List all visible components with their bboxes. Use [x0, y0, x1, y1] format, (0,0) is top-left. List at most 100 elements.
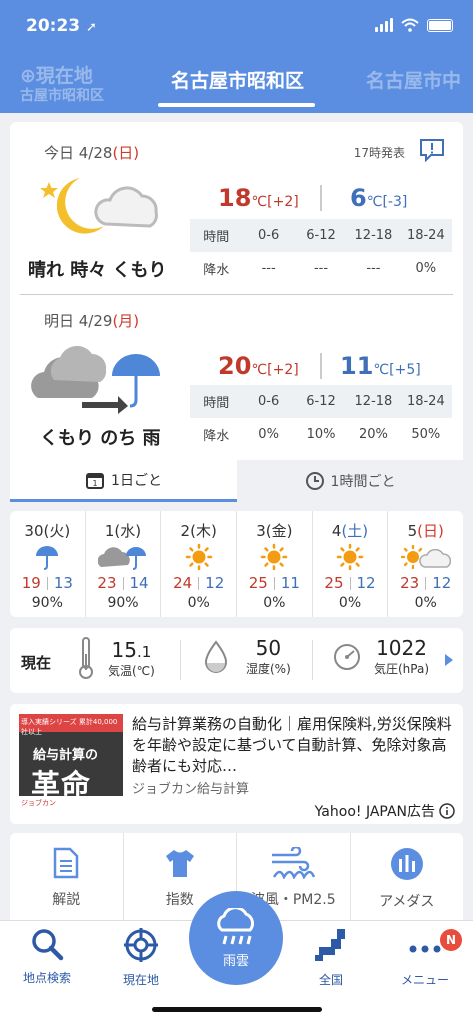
current-conditions[interactable]: 現在 15.1 気温(℃) 50 湿度(%) 1022 気圧(hPa): [10, 628, 463, 693]
tab-country[interactable]: 全国: [286, 927, 376, 988]
header: 20:23 ➚ ⊕現在地 古屋市昭和区 名古屋市昭和区 名古屋市中: [0, 0, 473, 113]
tab-country-label: 全国: [318, 973, 343, 987]
thermometer-icon: [79, 637, 93, 679]
tab-next-location[interactable]: 名古屋市中: [366, 66, 461, 93]
clock-icon: [305, 472, 324, 490]
calendar-icon: 1: [86, 472, 105, 489]
chevron-right-icon: [445, 654, 453, 666]
week-day-temps: 25 11: [237, 574, 312, 592]
precip-cell: 20%: [358, 427, 388, 442]
tab-current-location[interactable]: ⊕現在地 古屋市昭和区: [20, 66, 104, 106]
week-day-max: 24: [173, 574, 193, 592]
week-day-label: 30(火): [10, 520, 85, 541]
moon-cloud-icon: [40, 178, 158, 234]
now-separator: [312, 640, 313, 680]
week-day-min: 12: [432, 574, 452, 592]
svg-text:1: 1: [92, 479, 97, 488]
week-day-max: 23: [400, 574, 420, 592]
week-day-number: 3: [256, 522, 266, 540]
today-condition: 晴れ 時々 くもり: [28, 260, 167, 281]
precip-cell: 降水: [203, 263, 230, 278]
week-day-number: 2: [180, 522, 191, 540]
week-day[interactable]: 4(土) 25 12 0%: [313, 511, 389, 617]
weekly-forecast[interactable]: 30(火) 19 13 90% 1(水) 23 14 90% 2(木) 24 12 0% 3(金) 25 1…: [10, 511, 463, 617]
sun-cloud-icon: [388, 543, 463, 571]
crosshair-icon: [124, 928, 158, 962]
week-day[interactable]: 2(木) 24 12 0%: [161, 511, 238, 617]
tab-current-location-label: 現在地: [35, 65, 93, 87]
week-day[interactable]: 1(水) 23 14 90%: [86, 511, 162, 617]
issued-time: 17時発表: [353, 146, 405, 160]
ad-label[interactable]: Yahoo! JAPAN広告: [315, 801, 455, 821]
week-day-temps: 23 12: [388, 574, 463, 592]
rain-button-label: 雨雲: [222, 953, 249, 969]
week-day[interactable]: 5(日) 23 12 0%: [388, 511, 463, 617]
grid-commentary[interactable]: 解説: [10, 833, 124, 929]
crosshair-icon: ⊕: [20, 65, 36, 87]
location-tabs: ⊕現在地 古屋市昭和区 名古屋市昭和区 名古屋市中: [0, 62, 473, 108]
precip-cell: ---: [261, 261, 276, 276]
grid-index-label: 指数: [165, 892, 194, 908]
notification-badge: N: [440, 929, 462, 951]
ad-label-text: Yahoo! JAPAN広告: [314, 804, 435, 820]
bottom-tab-bar: 地点検索 現在地 雨雲 全国 N メニュー: [0, 891, 473, 1024]
week-day-precip: 0%: [414, 595, 437, 611]
week-day-max: 23: [97, 574, 117, 592]
precip-header-cell: 12-18: [354, 394, 393, 409]
precip-cell: 50%: [411, 427, 441, 442]
home-indicator: [152, 1007, 322, 1012]
ad-title[interactable]: 給与計算業務の自動化｜雇用保険料,労災保険料を年齢や設定に基づいて自動計算、免除…: [132, 714, 454, 777]
battery-icon: [427, 18, 453, 32]
week-day-number: 1: [104, 522, 115, 540]
tab-active-location[interactable]: 名古屋市昭和区: [171, 66, 304, 93]
precip-header-cell: 時間: [203, 230, 230, 245]
tomorrow-min-temp: 11 ℃ [+5]: [340, 352, 421, 380]
today-min-diff: [-3]: [382, 194, 408, 210]
week-day[interactable]: 30(火) 19 13 90%: [10, 511, 86, 617]
now-temperature: 15.1 気温(℃): [76, 636, 155, 680]
active-tab-indicator: [158, 103, 315, 107]
week-day-min: 11: [280, 574, 300, 592]
precip-header-cell: 6-12: [306, 228, 336, 243]
rain-cloud-button[interactable]: 雨雲: [189, 891, 283, 985]
week-day-max: 25: [324, 574, 344, 592]
week-day-precip: 90%: [31, 595, 63, 611]
week-day-max: 19: [21, 574, 41, 592]
precip-header-row: 時間 0-6 6-12 12-18 18-24: [190, 385, 452, 418]
tomorrow-date-text: 明日 4/29: [44, 312, 113, 330]
week-day-weekday: (木): [190, 522, 217, 540]
alert-icon[interactable]: [419, 138, 445, 162]
week-day[interactable]: 3(金) 25 11 0%: [237, 511, 313, 617]
tab-search[interactable]: 地点検索: [2, 927, 92, 986]
precip-value-row: 降水 --- --- --- 0%: [190, 252, 452, 285]
week-day-weekday: (土): [341, 522, 369, 540]
wifi-icon: [401, 18, 419, 32]
tab-location[interactable]: 現在地: [96, 927, 186, 988]
tab-menu[interactable]: N メニュー: [380, 927, 470, 988]
now-humidity-label: 湿度(%): [246, 662, 291, 676]
week-day-precip: 0%: [338, 595, 362, 611]
now-temp-value: 15: [111, 637, 137, 662]
ad-image-line1: 給与計算の: [33, 748, 99, 763]
grid-amedas[interactable]: アメダス: [351, 833, 464, 929]
now-pressure: 1022 気圧(hPa): [332, 636, 429, 677]
now-pressure-label: 気圧(hPa): [374, 662, 430, 676]
wind-wave-icon: [272, 847, 316, 879]
ad-image[interactable]: 導入実績シリーズ 累計40,000社以上 給与計算の 革命 ジョブカン: [19, 714, 123, 818]
signal-icon: [375, 18, 393, 32]
shirt-icon: [165, 850, 194, 877]
today-weekday: (日): [112, 144, 140, 162]
status-icons: [375, 18, 453, 32]
tab-daily[interactable]: 1 1日ごと: [10, 460, 237, 502]
week-day-min: 12: [205, 574, 225, 592]
tab-current-location-sub: 古屋市昭和区: [20, 88, 104, 104]
today-date-text: 今日 4/28: [44, 144, 113, 162]
tab-hourly[interactable]: 1時間ごと: [237, 460, 463, 502]
tomorrow-min-diff: [+5]: [389, 362, 421, 378]
grid-commentary-label: 解説: [52, 892, 81, 908]
week-day-label: 4(土): [313, 520, 388, 541]
now-separator: [180, 640, 181, 680]
week-day-precip: 90%: [107, 595, 139, 611]
today-min: 6: [350, 184, 367, 212]
ad-banner[interactable]: 導入実績シリーズ 累計40,000社以上 給与計算の 革命 ジョブカン 給与計算…: [10, 704, 463, 824]
